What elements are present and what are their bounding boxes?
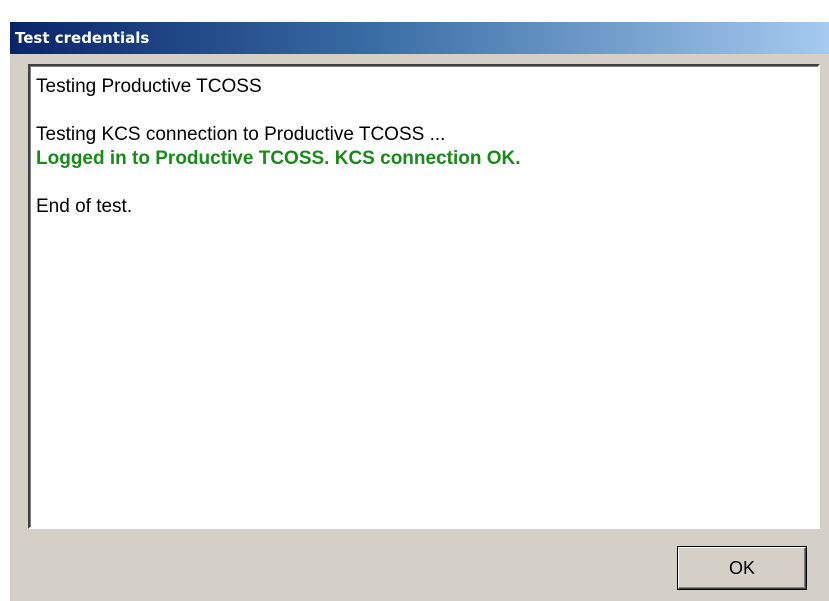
log-line-blank — [36, 99, 812, 123]
log-line-blank — [36, 171, 812, 195]
log-line-testing-kcs-connection: Testing KCS connection to Productive TCO… — [36, 124, 446, 145]
ok-button[interactable]: OK — [678, 547, 806, 589]
test-credentials-dialog: Test credentials Testing Productive TCOS… — [10, 22, 829, 601]
log-line-testing-tcoss: Testing Productive TCOSS — [36, 76, 262, 97]
dialog-title: Test credentials — [15, 29, 150, 47]
log-line-end-of-test: End of test. — [36, 196, 133, 217]
test-log-output[interactable]: Testing Productive TCOSS Testing KCS con… — [28, 64, 820, 529]
log-line-login-success: Logged in to Productive TCOSS. KCS conne… — [36, 148, 521, 169]
title-bar[interactable]: Test credentials — [10, 22, 829, 54]
